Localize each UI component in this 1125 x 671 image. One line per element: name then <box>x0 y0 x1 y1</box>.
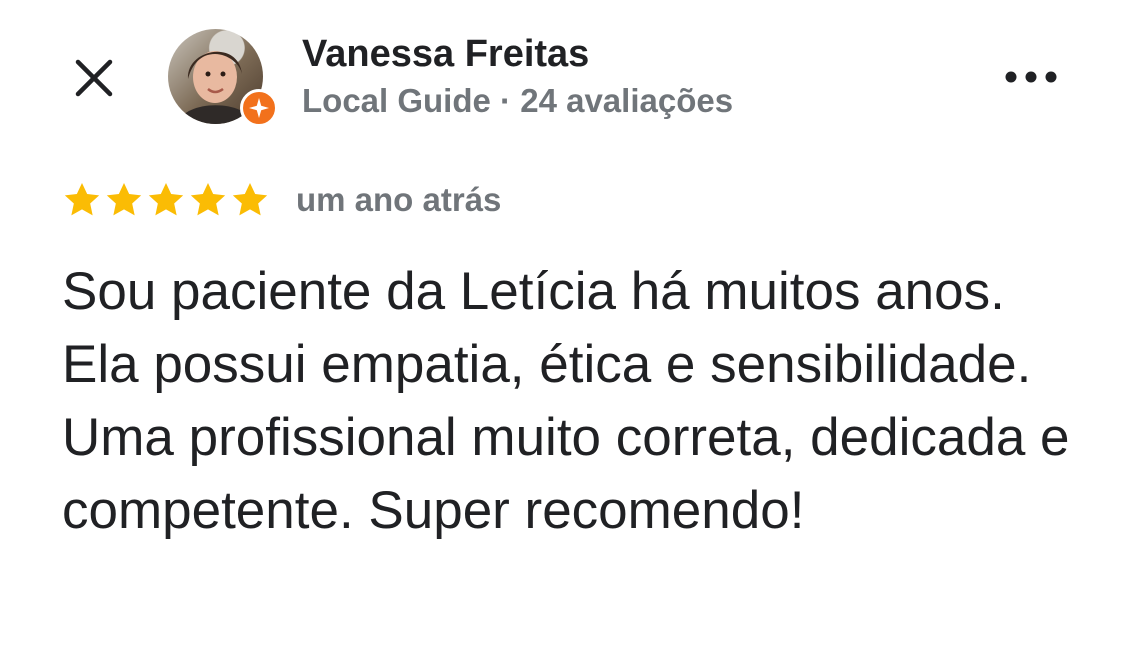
close-icon <box>75 59 113 97</box>
star-icon <box>148 183 184 216</box>
star-rating <box>62 180 270 220</box>
star-icon <box>106 183 142 216</box>
reviewer-level: Local Guide <box>302 82 491 119</box>
star-icon <box>190 183 226 216</box>
star-icon <box>232 183 268 216</box>
local-guide-badge-icon <box>240 89 278 127</box>
close-button[interactable] <box>62 50 126 106</box>
reviewer-avatar[interactable] <box>168 29 278 127</box>
subline-separator: · <box>500 82 512 119</box>
reviewer-subline: Local Guide · 24 avaliações <box>302 82 733 120</box>
star-icon <box>64 183 100 216</box>
more-options-icon <box>1005 71 1057 83</box>
review-count: 24 avaliações <box>520 82 734 119</box>
review-date: um ano atrás <box>296 181 502 218</box>
review-text: Sou paciente da Letícia há muitos anos. … <box>62 262 1070 540</box>
more-options-button[interactable] <box>996 52 1066 102</box>
reviewer-name[interactable]: Vanessa Freitas <box>302 33 589 76</box>
